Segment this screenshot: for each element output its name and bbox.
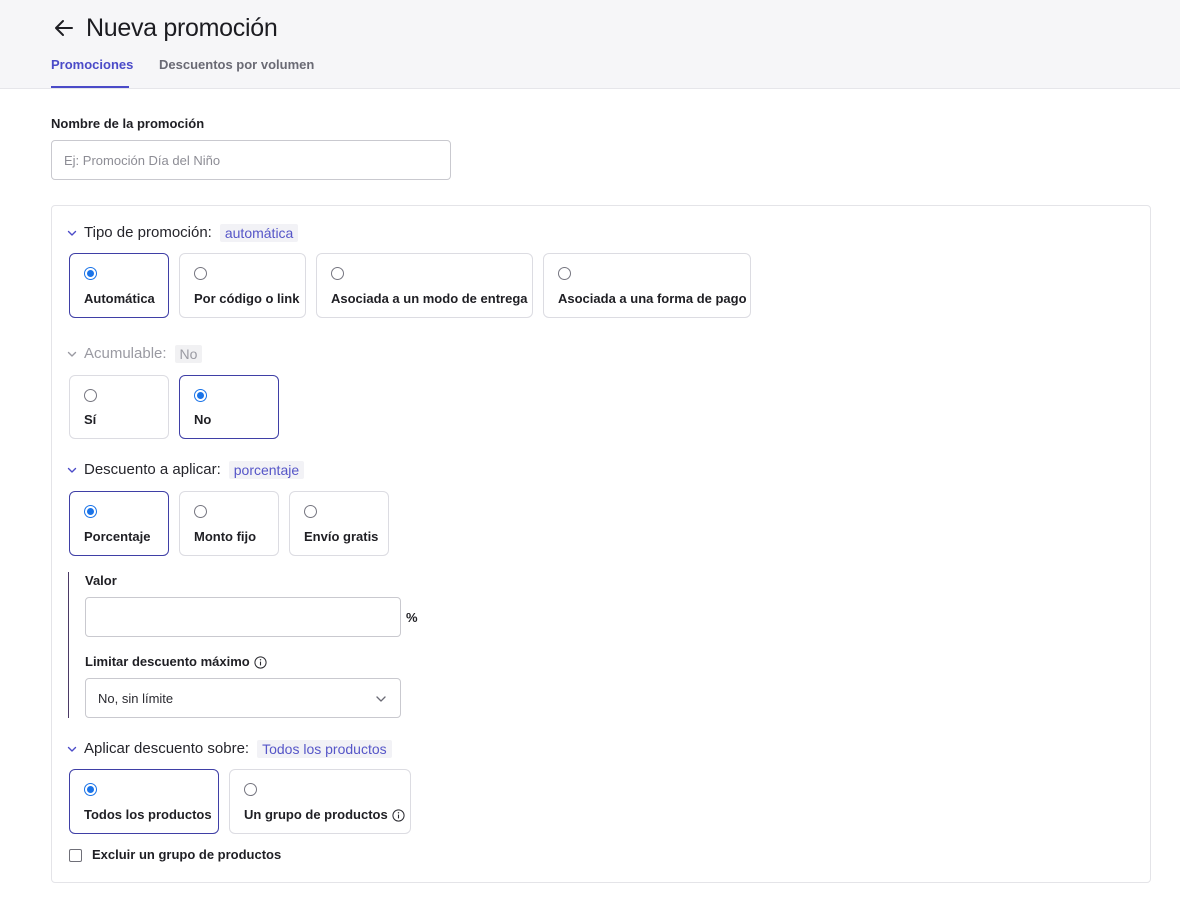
cumulative-value: No <box>174 345 203 363</box>
radio-icon <box>331 267 344 280</box>
promo-name-input[interactable] <box>51 140 451 180</box>
exclude-group-checkbox[interactable] <box>69 849 82 862</box>
apply-on-section-toggle[interactable]: Aplicar descuento sobre: Todos los produ… <box>66 739 392 759</box>
cumulative-option-no[interactable]: No <box>179 375 279 439</box>
promo-name-label: Nombre de la promoción <box>51 116 205 131</box>
discount-details-divider <box>68 572 69 718</box>
radio-icon <box>194 267 207 280</box>
radio-icon <box>84 267 97 280</box>
radio-icon <box>244 783 257 796</box>
apply-on-option-todos[interactable]: Todos los productos <box>69 769 219 834</box>
radio-icon <box>558 267 571 280</box>
exclude-group-label[interactable]: Excluir un grupo de productos <box>92 847 281 863</box>
max-discount-label: Limitar descuento máximo <box>85 654 250 669</box>
promo-type-option-entrega[interactable]: Asociada a un modo de entrega <box>316 253 533 318</box>
radio-icon <box>194 505 207 518</box>
cumulative-label: Acumulable: <box>84 345 167 362</box>
max-discount-selected: No, sin límite <box>98 691 174 706</box>
chevron-down-icon <box>67 467 77 473</box>
promo-type-option-automatica[interactable]: Automática <box>69 253 169 318</box>
chevron-down-icon <box>67 230 77 236</box>
page-title: Nueva promoción <box>86 14 278 42</box>
max-discount-select[interactable]: No, sin límite <box>85 678 401 718</box>
promo-type-value: automática <box>219 224 299 242</box>
option-label: Sí <box>84 412 97 427</box>
active-tab-indicator <box>51 86 129 88</box>
option-label: Un grupo de productos <box>244 807 388 822</box>
option-label: Asociada a un modo de entrega <box>331 291 528 306</box>
discount-section-toggle[interactable]: Descuento a aplicar: porcentaje <box>66 460 305 480</box>
radio-icon <box>84 389 97 402</box>
arrow-left-icon[interactable] <box>52 16 76 40</box>
option-label: No <box>194 412 212 427</box>
option-label: Automática <box>84 291 155 306</box>
option-label-row: Un grupo de productos <box>244 807 405 823</box>
tab-promociones[interactable]: Promociones <box>51 57 133 73</box>
radio-icon <box>84 505 97 518</box>
chevron-down-icon <box>376 696 386 702</box>
option-label: Monto fijo <box>194 529 257 544</box>
percent-unit: % <box>406 610 418 625</box>
discount-value-input[interactable] <box>85 597 401 637</box>
option-label: Envío gratis <box>304 529 379 544</box>
info-icon[interactable] <box>254 655 267 669</box>
apply-on-value: Todos los productos <box>257 740 392 758</box>
radio-icon <box>84 783 97 796</box>
option-label: Por código o link <box>194 291 300 306</box>
promo-type-option-codigo[interactable]: Por código o link <box>179 253 306 318</box>
promo-type-label: Tipo de promoción: <box>84 224 212 241</box>
radio-icon <box>194 389 207 402</box>
cumulative-section-toggle[interactable]: Acumulable: No <box>66 344 203 364</box>
discount-option-porcentaje[interactable]: Porcentaje <box>69 491 169 556</box>
option-label: Asociada a una forma de pago <box>558 291 747 306</box>
chevron-down-icon <box>67 746 77 752</box>
option-label: Porcentaje <box>84 529 151 544</box>
chevron-down-icon <box>67 351 77 357</box>
tab-descuentos-por-volumen[interactable]: Descuentos por volumen <box>159 57 314 73</box>
discount-label: Descuento a aplicar: <box>84 461 221 478</box>
discount-option-monto-fijo[interactable]: Monto fijo <box>179 491 279 556</box>
radio-icon <box>304 505 317 518</box>
info-icon[interactable] <box>392 808 405 822</box>
apply-on-option-grupo[interactable]: Un grupo de productos <box>229 769 411 834</box>
promo-type-option-pago[interactable]: Asociada a una forma de pago <box>543 253 751 318</box>
discount-value-label: Valor <box>85 573 117 588</box>
apply-on-label: Aplicar descuento sobre: <box>84 740 250 757</box>
cumulative-option-si[interactable]: Sí <box>69 375 169 439</box>
option-label: Todos los productos <box>84 807 212 822</box>
discount-value: porcentaje <box>228 461 305 479</box>
max-discount-label-row: Limitar descuento máximo <box>85 654 267 670</box>
discount-option-envio-gratis[interactable]: Envío gratis <box>289 491 389 556</box>
page-header: Nueva promoción Promociones Descuentos p… <box>0 0 1180 89</box>
promo-type-section-toggle[interactable]: Tipo de promoción: automática <box>66 223 299 243</box>
